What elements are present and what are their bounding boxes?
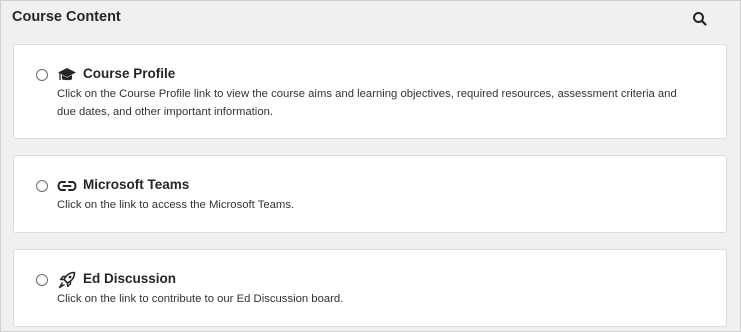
search-icon — [693, 12, 707, 26]
item-description: Click on the link to access the Microsof… — [57, 199, 295, 211]
item-title-link[interactable]: Course Profile — [83, 66, 175, 81]
item-title-link[interactable]: Microsoft Teams — [83, 177, 189, 192]
panel-title: Course Content — [12, 9, 121, 25]
content-item-ed-discussion: Ed Discussion Click on the link to contr… — [13, 249, 727, 327]
item-radio[interactable] — [36, 180, 48, 192]
search-button[interactable] — [691, 10, 709, 28]
course-content-panel: Course Content Course Profile Click on t… — [0, 0, 741, 332]
item-radio[interactable] — [36, 274, 48, 286]
item-description: Click on the Course Profile link to view… — [57, 88, 677, 118]
content-item-course-profile: Course Profile Click on the Course Profi… — [13, 44, 727, 139]
item-description: Click on the link to contribute to our E… — [57, 293, 344, 305]
content-item-microsoft-teams: Microsoft Teams Click on the link to acc… — [13, 155, 727, 233]
link-icon — [57, 176, 77, 196]
graduation-cap-icon — [57, 65, 77, 85]
item-title-link[interactable]: Ed Discussion — [83, 271, 176, 286]
panel-header: Course Content — [1, 1, 740, 37]
item-radio[interactable] — [36, 69, 48, 81]
rocket-icon — [57, 270, 77, 290]
